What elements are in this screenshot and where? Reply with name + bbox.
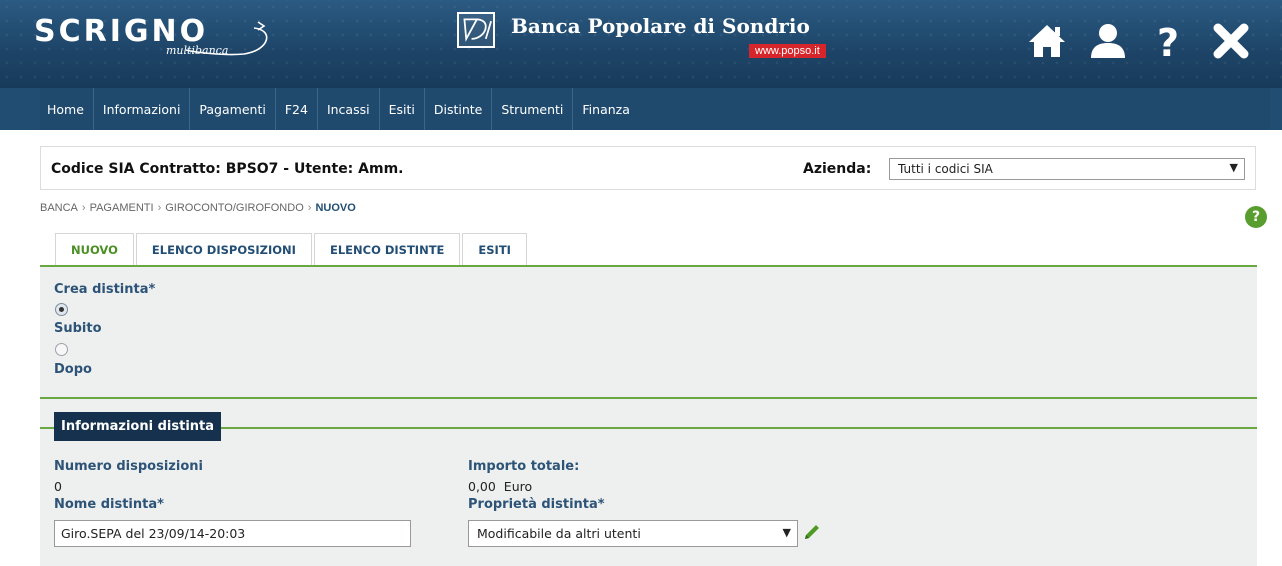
- importo-currency: Euro: [503, 479, 533, 494]
- radio-subito-label: Subito: [54, 321, 102, 336]
- breadcrumb-separator: ›: [157, 202, 162, 214]
- proprieta-distinta-label: Proprietà distinta*: [468, 497, 605, 512]
- crea-distinta-label: Crea distinta*: [54, 282, 156, 297]
- radio-dopo-label: Dopo: [54, 362, 92, 377]
- page-help-icon[interactable]: ?: [1245, 206, 1267, 228]
- user-icon[interactable]: [1087, 20, 1129, 62]
- breadcrumb-banca[interactable]: BANCA: [40, 202, 78, 214]
- breadcrumb-current: NUOVO: [315, 202, 356, 214]
- tab-elenco-distinte[interactable]: ELENCO DISTINTE: [313, 233, 461, 266]
- azienda-select[interactable]: Tutti i codici SIA ▼: [889, 158, 1245, 180]
- breadcrumb-pagamenti[interactable]: PAGAMENTI: [90, 202, 154, 214]
- sia-bar: Codice SIA Contratto: BPSO7 - Utente: Am…: [40, 146, 1256, 190]
- breadcrumb: BANCA › PAGAMENTI › GIROCONTO/GIROFONDO › NUOV…: [40, 202, 356, 214]
- section-divider: [40, 427, 1257, 429]
- nav-strumenti[interactable]: Strumenti: [492, 88, 574, 130]
- breadcrumb-giroconto[interactable]: GIROCONTO/GIROFONDO: [165, 202, 304, 214]
- informazioni-distinta-section: Informazioni distinta Numero disposizion…: [40, 399, 1257, 566]
- tab-bar: NUOVO ELENCO DISPOSIZIONI ELENCO DISTINT…: [55, 233, 529, 266]
- importo-amount: 0,00: [468, 479, 496, 494]
- tab-elenco-disposizioni[interactable]: ELENCO DISPOSIZIONI: [135, 233, 312, 266]
- azienda-selected-value: Tutti i codici SIA: [898, 162, 993, 176]
- importo-totale-label: Importo totale:: [468, 459, 580, 474]
- dropdown-arrow-icon: ▼: [782, 526, 791, 539]
- tab-esiti[interactable]: ESITI: [462, 233, 527, 266]
- numero-disposizioni-label: Numero disposizioni: [54, 459, 203, 474]
- nome-distinta-input[interactable]: Giro.SEPA del 23/09/14-20:03: [54, 520, 411, 547]
- nav-pagamenti[interactable]: Pagamenti: [190, 88, 276, 130]
- section-title: Informazioni distinta: [54, 412, 222, 441]
- dropdown-arrow-icon: ▼: [1229, 161, 1238, 174]
- edit-pencil-icon[interactable]: [803, 523, 821, 541]
- swoosh-icon: [185, 21, 268, 56]
- nav-left-fill: [0, 88, 40, 130]
- nav-f24[interactable]: F24: [276, 88, 318, 130]
- radio-dopo[interactable]: [55, 343, 68, 356]
- importo-totale-value: 0,00 Euro: [468, 479, 532, 494]
- bank-logo-icon: [457, 12, 495, 48]
- nav-right-fill: [1270, 88, 1282, 130]
- nav-distinte[interactable]: Distinte: [425, 88, 493, 130]
- breadcrumb-separator: ›: [307, 202, 312, 214]
- app-header: SCRIGNO multibanca Banca Popolare di Son…: [0, 0, 1282, 88]
- nav-incassi[interactable]: Incassi: [318, 88, 380, 130]
- main-content: Codice SIA Contratto: BPSO7 - Utente: Am…: [40, 130, 1270, 566]
- tab-nuovo[interactable]: NUOVO: [55, 233, 134, 266]
- bank-url[interactable]: www.popso.it: [749, 44, 826, 58]
- nome-distinta-value: Giro.SEPA del 23/09/14-20:03: [61, 526, 246, 541]
- nav-home[interactable]: Home: [40, 88, 94, 130]
- numero-disposizioni-value: 0: [54, 479, 62, 494]
- proprieta-distinta-value: Modificabile da altri utenti: [477, 526, 641, 541]
- breadcrumb-separator: ›: [81, 202, 86, 214]
- nav-finanza[interactable]: Finanza: [573, 88, 638, 130]
- close-icon[interactable]: [1210, 20, 1252, 62]
- home-icon[interactable]: [1026, 20, 1068, 62]
- crea-distinta-panel: Crea distinta* Subito Dopo: [40, 265, 1257, 399]
- bank-name: Banca Popolare di Sondrio: [511, 14, 810, 38]
- svg-text:?: ?: [1157, 21, 1179, 62]
- proprieta-distinta-select[interactable]: Modificabile da altri utenti ▼: [468, 520, 798, 547]
- nav-informazioni[interactable]: Informazioni: [94, 88, 191, 130]
- radio-subito[interactable]: [55, 303, 68, 316]
- sia-contract-title: Codice SIA Contratto: BPSO7 - Utente: Am…: [51, 161, 404, 177]
- scrigno-logo: SCRIGNO multibanca: [34, 16, 294, 66]
- help-icon[interactable]: ?: [1147, 20, 1189, 65]
- nav-esiti[interactable]: Esiti: [380, 88, 425, 130]
- nome-distinta-label: Nome distinta*: [54, 497, 164, 512]
- main-nav: Home Informazioni Pagamenti F24 Incassi …: [40, 88, 1270, 130]
- azienda-label: Azienda:: [803, 161, 872, 177]
